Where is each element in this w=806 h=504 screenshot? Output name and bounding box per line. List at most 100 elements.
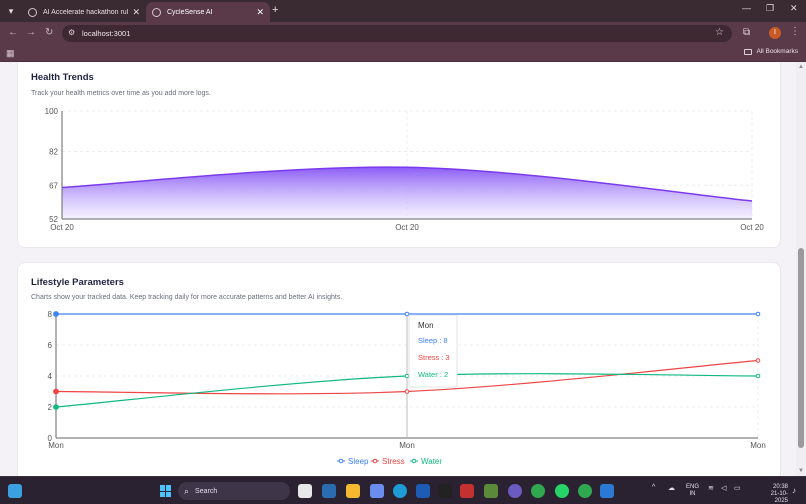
site-info-icon[interactable]: ⚙ [68, 28, 78, 38]
page-scrollbar[interactable]: ▲ ▼ [796, 62, 806, 476]
health-trends-card: Health Trends Track your health metrics … [17, 62, 781, 248]
all-bookmarks-label: All Bookmarks [756, 48, 798, 55]
close-tab-icon[interactable]: ✕ [132, 7, 140, 18]
battery-icon[interactable]: ▭ [734, 484, 741, 492]
photos-icon[interactable] [484, 484, 498, 498]
sleep-legend-marker [338, 458, 344, 464]
volume-icon[interactable]: ◁ [721, 484, 726, 492]
scroll-down-icon[interactable]: ▼ [798, 468, 804, 474]
y-tick-label: 4 [48, 372, 53, 381]
lifestyle-chart: 02468Mon Mon MonMonSleep : 8Stress : 3Wate… [48, 310, 766, 466]
tooltip-item: Sleep : 8 [418, 336, 448, 345]
close-tab-icon[interactable]: ✕ [256, 7, 264, 18]
all-bookmarks-button[interactable]: All Bookmarks [744, 48, 798, 55]
sleep-point [53, 311, 59, 317]
profile-avatar[interactable]: I [769, 27, 781, 39]
stress-point [755, 358, 761, 363]
clock[interactable]: 20:38 21-10-2025 [758, 484, 788, 504]
tab-cyclesense[interactable]: CycleSense AI ✕ [146, 2, 270, 22]
tab-label: AI Accelerate hackathon rules [43, 8, 129, 16]
taskbar-search[interactable]: ⌕ Search [178, 482, 290, 500]
water-legend-marker [411, 458, 417, 464]
tab-search-button[interactable]: ▾ [4, 4, 18, 18]
browser-titlebar: ▾ AI Accelerate hackathon rules ✕ CycleS… [0, 0, 806, 22]
media-app-icon[interactable] [322, 484, 336, 498]
health-trends-chart: 526782100Oct 20 Oct 20 Oct 20 [45, 107, 765, 232]
file-explorer-icon[interactable] [346, 484, 360, 498]
page-content: Health Trends Track your health metrics … [0, 62, 796, 476]
x-tick-label: Mon [750, 441, 766, 450]
stress-point [53, 388, 59, 395]
x-tick-label: Oct 20 [395, 223, 419, 232]
chrome-profile-icon[interactable] [578, 484, 592, 498]
notification-bell-icon[interactable]: ♪ [792, 486, 796, 495]
tab-ai-accelerate[interactable]: AI Accelerate hackathon rules ✕ [22, 2, 146, 22]
tooltip-title: Mon [418, 321, 434, 330]
minimize-icon[interactable]: — [742, 3, 751, 13]
forward-icon[interactable]: → [26, 26, 36, 40]
globe-icon [28, 7, 37, 17]
sleep-point [755, 311, 761, 317]
stress-point [404, 389, 410, 394]
y-tick-label: 6 [48, 341, 53, 350]
bookmark-star-icon[interactable]: ☆ [715, 27, 724, 38]
windows-taskbar: ⌕ Search ^ ☁ ENG IN ≋ ◁ ▭ 20:38 21-10-20… [0, 476, 806, 504]
url-text: localhost:3001 [82, 29, 131, 38]
close-window-icon[interactable]: ✕ [790, 3, 798, 14]
y-tick-label: 8 [48, 310, 53, 319]
address-bar[interactable]: ⚙ localhost:3001 ☆ [62, 25, 732, 42]
chrome-icon[interactable] [531, 484, 545, 498]
edge-icon[interactable] [393, 484, 407, 498]
stress-legend-label: Stress [382, 457, 405, 466]
scroll-up-icon[interactable]: ▲ [798, 64, 804, 70]
vscode-icon[interactable] [600, 484, 614, 498]
region-code: IN [689, 491, 696, 497]
x-tick-label: Oct 20 [740, 223, 764, 232]
back-icon[interactable]: ← [8, 26, 18, 40]
notes-icon[interactable] [438, 484, 452, 498]
sleep-point [404, 311, 410, 317]
file-icon[interactable] [298, 484, 312, 498]
new-tab-button[interactable]: + [272, 4, 278, 16]
folder-icon [744, 48, 753, 55]
app-icon[interactable] [508, 484, 522, 498]
tooltip-item: Stress : 3 [418, 353, 450, 362]
wifi-icon[interactable]: ≋ [708, 484, 714, 492]
extensions-icon[interactable]: ⧉ [743, 27, 750, 38]
whatsapp-icon[interactable] [555, 484, 569, 498]
menu-icon[interactable]: ⋮ [790, 26, 800, 37]
tab-label: CycleSense AI [167, 8, 213, 16]
scrollbar-thumb[interactable] [798, 248, 804, 448]
copilot-icon[interactable] [370, 484, 384, 498]
tooltip-item: Water : 2 [418, 370, 448, 379]
reload-icon[interactable]: ↻ [45, 26, 53, 40]
search-label: Search [195, 487, 218, 495]
lang-code: ENG [686, 484, 700, 490]
stress-legend-marker [372, 458, 378, 464]
x-tick-label: Oct 20 [50, 223, 74, 232]
windows-start-icon[interactable] [160, 485, 172, 497]
water-legend-label: Water [421, 457, 442, 466]
tray-expand-icon[interactable]: ^ [652, 484, 655, 491]
bookmarks-bar: ▦ All Bookmarks [0, 44, 806, 62]
y-tick-label: 2 [48, 403, 53, 412]
water-point [53, 404, 59, 410]
weather-widget-icon[interactable] [8, 484, 22, 498]
language-indicator[interactable]: ENG IN [686, 484, 699, 498]
search-icon: ⌕ [184, 485, 190, 496]
y-tick-label: 67 [49, 181, 58, 190]
mcafee-icon[interactable] [460, 484, 474, 498]
x-tick-label: Mon [48, 441, 64, 450]
y-tick-label: 82 [49, 148, 58, 157]
store-icon[interactable] [416, 484, 430, 498]
water-point [755, 373, 761, 379]
browser-toolbar: ← → ↻ ⚙ localhost:3001 ☆ ⧉ I ⋮ [0, 22, 806, 44]
water-point [404, 373, 410, 379]
restore-icon[interactable]: ❐ [766, 3, 774, 14]
onedrive-icon[interactable]: ☁ [668, 484, 675, 492]
y-tick-label: 100 [45, 107, 59, 116]
apps-grid-icon[interactable]: ▦ [6, 48, 15, 59]
date: 21-10-2025 [770, 491, 788, 504]
loading-icon [152, 7, 161, 17]
lifestyle-card: Lifestyle Parameters Charts show your tr… [17, 262, 781, 476]
